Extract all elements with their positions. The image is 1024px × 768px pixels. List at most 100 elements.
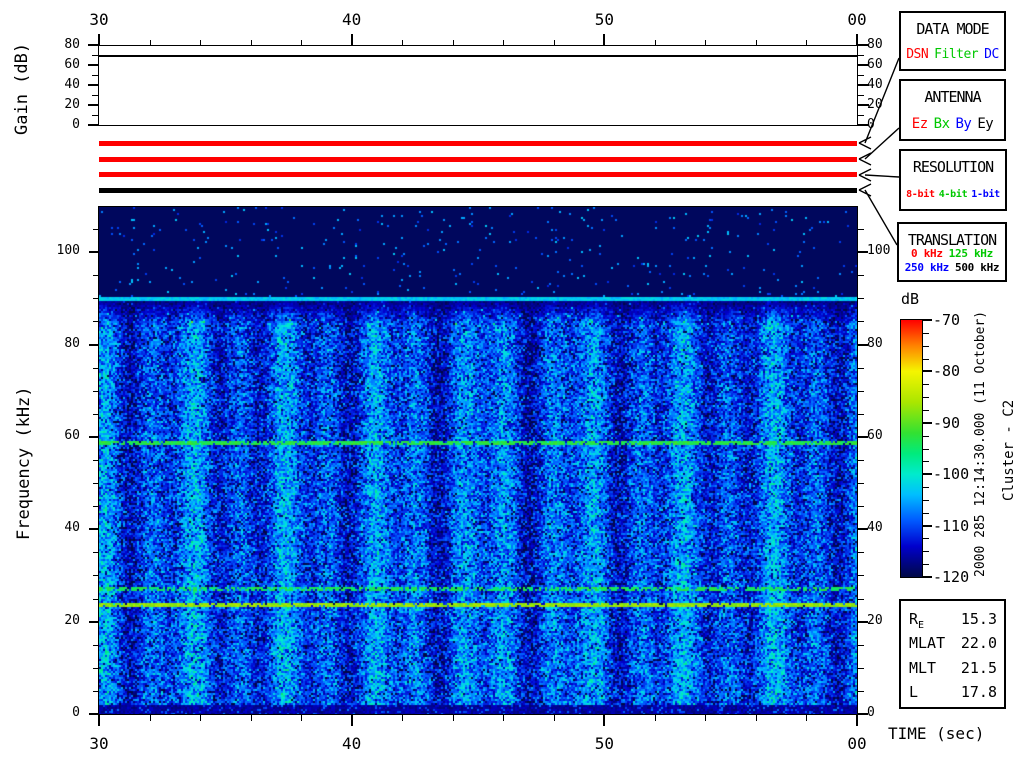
antenna-option-bx: Bx xyxy=(933,116,950,132)
axis-tick xyxy=(923,421,932,424)
axis-tick xyxy=(923,370,932,373)
axis-tick xyxy=(93,506,99,508)
axis-tick xyxy=(89,528,99,531)
axis-tick xyxy=(654,40,656,45)
axis-tick xyxy=(402,715,404,721)
callout-arrow-resolution xyxy=(858,168,900,182)
ephemeris-row-l: L 17.8 xyxy=(909,683,997,701)
axis-tick xyxy=(923,512,929,514)
frequency-axis-title: Frequency (kHz) xyxy=(14,386,34,540)
callout-arrow-translation xyxy=(858,183,898,246)
axis-tick xyxy=(93,575,99,577)
axis-tick xyxy=(88,104,99,106)
axis-tick xyxy=(149,715,151,721)
axis-tick xyxy=(858,413,864,415)
resolution-option-1bit: 1-bit xyxy=(971,189,1000,200)
axis-tick xyxy=(89,435,99,438)
axis-tick xyxy=(93,598,99,600)
axis-tick xyxy=(88,84,99,86)
axis-tick xyxy=(923,576,932,578)
axis-tick xyxy=(923,319,932,321)
translation-panel: TRANSLATION 0 kHz 125 kHz 250 kHz 500 kHz xyxy=(897,222,1007,282)
axis-tick xyxy=(858,390,864,392)
axis-tick xyxy=(603,34,606,45)
freq-tick-label: 20 xyxy=(64,612,80,628)
freq-tick-label: 100 xyxy=(867,243,891,259)
axis-tick xyxy=(858,321,864,323)
freq-tick-label: 60 xyxy=(64,427,80,443)
axis-tick xyxy=(858,115,864,116)
translation-option-500khz: 500 kHz xyxy=(955,261,1000,274)
axis-tick xyxy=(93,483,99,485)
spectrogram-image xyxy=(99,207,857,714)
axis-tick xyxy=(93,367,99,369)
axis-tick xyxy=(923,487,929,489)
antenna-title: ANTENNA xyxy=(924,88,981,106)
axis-tick xyxy=(88,124,99,126)
gain-y-tick-label: 60 xyxy=(64,57,80,72)
data-mode-title: DATA MODE xyxy=(916,20,989,38)
axis-tick xyxy=(88,64,99,66)
axis-tick xyxy=(923,524,932,527)
axis-tick xyxy=(503,40,505,45)
axis-tick xyxy=(654,715,656,721)
axis-tick xyxy=(858,506,864,508)
translation-bar xyxy=(99,188,857,193)
freq-tick-label: 40 xyxy=(867,520,883,536)
freq-tick-label: 40 xyxy=(64,520,80,536)
axis-tick xyxy=(503,715,505,721)
time-tick-label: 30 xyxy=(89,10,109,29)
axis-tick xyxy=(705,40,707,45)
spectrogram-frame xyxy=(98,206,858,715)
gain-y-tick-label: 60 xyxy=(867,57,883,72)
wbd-plot-page: Gain (dB) Frequency (kHz) TIME (sec) DAT… xyxy=(0,0,1024,768)
axis-tick xyxy=(858,575,864,577)
resolution-panel: RESOLUTION 8-bit 4-bit 1-bit xyxy=(899,149,1007,211)
freq-tick-label: 20 xyxy=(867,612,883,628)
axis-tick xyxy=(858,55,864,56)
axis-tick xyxy=(250,715,252,721)
colorbar-title: dB xyxy=(901,290,920,308)
data-mode-option-filter: Filter xyxy=(934,47,979,62)
time-tick-label: 40 xyxy=(342,734,362,753)
ephemeris-row-mlat: MLAT 22.0 xyxy=(909,634,997,652)
axis-tick xyxy=(200,715,202,721)
axis-tick xyxy=(603,715,606,726)
gain-y-tick-label: 40 xyxy=(867,77,883,92)
axis-tick xyxy=(755,40,757,45)
axis-tick xyxy=(923,384,929,386)
axis-tick xyxy=(89,343,99,346)
axis-tick xyxy=(923,448,929,450)
time-tick-label: 30 xyxy=(89,734,109,753)
axis-tick xyxy=(923,435,929,437)
ephemeris-row-mlt: MLT 21.5 xyxy=(909,659,997,677)
gain-y-tick-label: 0 xyxy=(867,117,875,132)
axis-tick xyxy=(149,40,151,45)
axis-tick xyxy=(93,413,99,415)
colorbar-tick-label: -80 xyxy=(933,362,961,381)
gain-y-tick-label: 80 xyxy=(867,37,883,52)
axis-tick xyxy=(923,551,929,553)
data-mode-bar xyxy=(99,141,857,146)
axis-tick xyxy=(755,715,757,721)
axis-tick xyxy=(858,275,864,277)
gain-trace xyxy=(99,55,857,57)
axis-tick xyxy=(858,298,864,300)
axis-tick xyxy=(806,715,808,721)
axis-tick xyxy=(250,40,252,45)
axis-tick xyxy=(93,644,99,646)
timestamp-annotation: 2000 285 12:14:30.000 (11 October) xyxy=(973,310,988,578)
axis-tick xyxy=(92,75,98,76)
gain-plot-frame xyxy=(98,45,858,126)
axis-tick xyxy=(93,460,99,461)
axis-tick xyxy=(93,667,99,669)
axis-tick xyxy=(923,461,929,463)
axis-tick xyxy=(98,34,100,45)
translation-option-125khz: 125 kHz xyxy=(948,247,994,260)
time-tick-label: 50 xyxy=(594,10,614,29)
axis-tick xyxy=(858,644,864,646)
freq-tick-label: 100 xyxy=(56,243,80,259)
colorbar-tick-label: -70 xyxy=(933,311,961,329)
axis-tick xyxy=(89,620,99,623)
resolution-option-4bit: 4-bit xyxy=(938,189,968,200)
